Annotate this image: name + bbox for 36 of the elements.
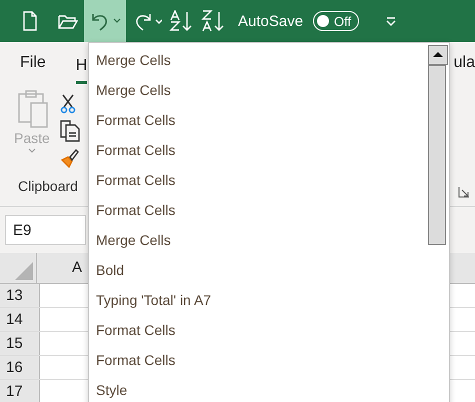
undo-list-item[interactable]: Format Cells	[89, 195, 428, 225]
sort-ascending-icon[interactable]	[168, 10, 194, 32]
ribbon-tab[interactable]: ula	[454, 48, 475, 80]
format-painter-icon[interactable]	[60, 148, 80, 168]
row-header[interactable]: 14	[0, 308, 40, 331]
new-document-icon[interactable]	[22, 11, 38, 31]
row-header[interactable]: 16	[0, 356, 40, 379]
undo-list-item[interactable]: Merge Cells	[89, 225, 428, 255]
scissors-icon[interactable]	[60, 94, 76, 114]
undo-list-item[interactable]: Style	[89, 375, 428, 402]
undo-list-item[interactable]: Format Cells	[89, 135, 428, 165]
row-header[interactable]: 15	[0, 332, 40, 355]
undo-list-item[interactable]: Merge Cells	[89, 45, 428, 75]
name-box[interactable]: E9	[5, 215, 86, 245]
undo-list-item[interactable]: Typing 'Total' in A7	[89, 285, 428, 315]
sort-descending-icon[interactable]	[200, 10, 226, 32]
autosave-toggle[interactable]: Off	[313, 11, 360, 31]
copy-icon[interactable]	[60, 120, 80, 142]
caret-icon	[28, 148, 36, 154]
undo-list-item[interactable]: Bold	[89, 255, 428, 285]
undo-list-item[interactable]: Format Cells	[89, 165, 428, 195]
ribbon-tab[interactable]: File	[20, 48, 46, 80]
scrollbar-thumb[interactable]	[428, 65, 446, 245]
row-header[interactable]: 13	[0, 284, 40, 307]
autosave-label: AutoSave	[238, 12, 304, 30]
caret-icon	[113, 18, 121, 24]
row-header[interactable]: 17	[0, 380, 40, 402]
undo-list-item[interactable]: Format Cells	[89, 315, 428, 345]
group-label: Clipboard	[17, 178, 78, 196]
undo-list-item[interactable]: Format Cells	[89, 105, 428, 135]
undo-button[interactable]	[84, 0, 126, 42]
dialog-launcher-icon[interactable]	[458, 186, 470, 198]
customize-toolbar-icon[interactable]	[385, 16, 398, 26]
undo-list-item[interactable]: Merge Cells	[89, 75, 428, 105]
open-folder-icon[interactable]	[58, 13, 78, 29]
undo-list-item[interactable]: Format Cells	[89, 345, 428, 375]
